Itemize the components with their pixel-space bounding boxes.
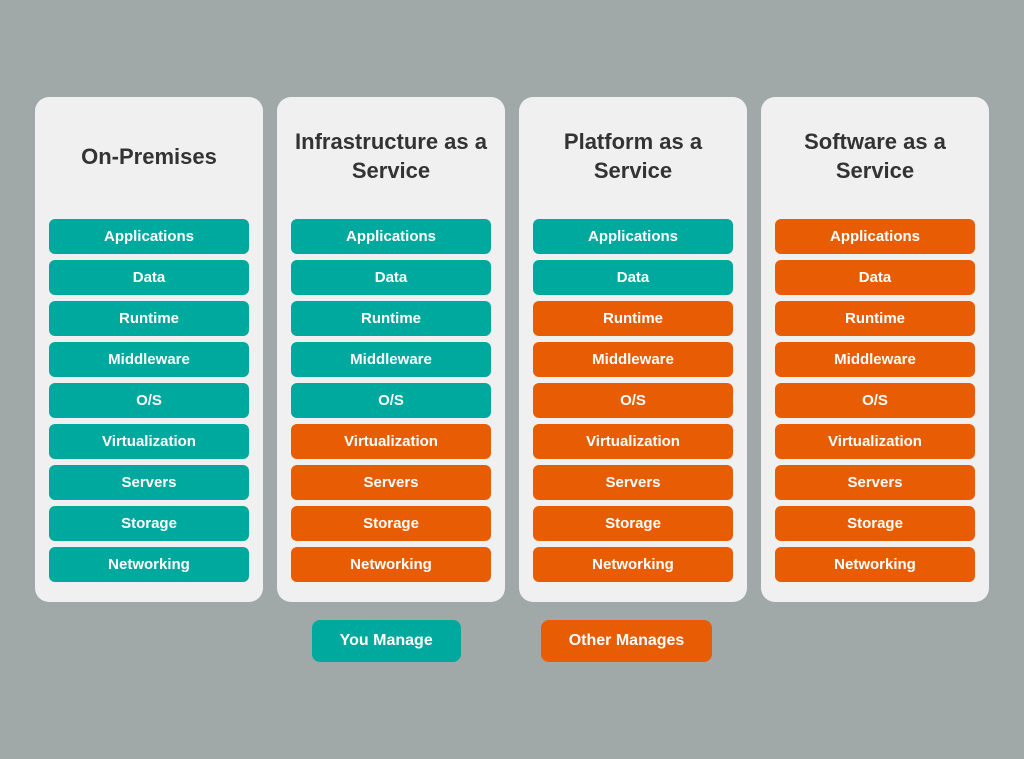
item-badge-virtualization-saas: Virtualization [775,424,975,459]
item-badge-servers-paas: Servers [533,465,733,500]
other-manages-badge: Other Manages [541,620,713,662]
item-badge-o/s-saas: O/S [775,383,975,418]
item-badge-data-on-premises: Data [49,260,249,295]
item-badge-o/s-iaas: O/S [291,383,491,418]
item-badge-networking-on-premises: Networking [49,547,249,582]
item-badge-applications-saas: Applications [775,219,975,254]
column-paas: Platform as a Service Applications Data Run… [519,97,747,602]
item-badge-applications-on-premises: Applications [49,219,249,254]
column-iaas: Infrastructure as a Service Applications D… [277,97,505,602]
item-badge-networking-iaas: Networking [291,547,491,582]
legend-row: You Manage Other Manages [312,620,713,662]
item-badge-runtime-saas: Runtime [775,301,975,336]
item-badge-servers-iaas: Servers [291,465,491,500]
item-badge-runtime-on-premises: Runtime [49,301,249,336]
item-badge-data-paas: Data [533,260,733,295]
items-list-on-premises: Applications Data Runtime Middleware O/S Virt… [49,219,249,582]
item-badge-applications-iaas: Applications [291,219,491,254]
item-badge-virtualization-paas: Virtualization [533,424,733,459]
column-title-on-premises: On-Premises [81,117,217,197]
item-badge-o/s-paas: O/S [533,383,733,418]
columns-row: On-Premises Applications Data Runtime Middle… [20,97,1004,602]
item-badge-storage-on-premises: Storage [49,506,249,541]
items-list-saas: Applications Data Runtime Middleware O/S Virt… [775,219,975,582]
column-on-premises: On-Premises Applications Data Runtime Middle… [35,97,263,602]
item-badge-runtime-iaas: Runtime [291,301,491,336]
item-badge-servers-saas: Servers [775,465,975,500]
item-badge-middleware-saas: Middleware [775,342,975,377]
items-list-paas: Applications Data Runtime Middleware O/S Virt… [533,219,733,582]
column-title-saas: Software as a Service [775,117,975,197]
item-badge-data-saas: Data [775,260,975,295]
column-saas: Software as a Service Applications Data Run… [761,97,989,602]
item-badge-servers-on-premises: Servers [49,465,249,500]
item-badge-networking-saas: Networking [775,547,975,582]
item-badge-storage-iaas: Storage [291,506,491,541]
items-list-iaas: Applications Data Runtime Middleware O/S Virt… [291,219,491,582]
main-container: On-Premises Applications Data Runtime Middle… [20,97,1004,662]
you-manage-badge: You Manage [312,620,461,662]
item-badge-middleware-paas: Middleware [533,342,733,377]
item-badge-storage-saas: Storage [775,506,975,541]
item-badge-storage-paas: Storage [533,506,733,541]
item-badge-middleware-on-premises: Middleware [49,342,249,377]
column-title-paas: Platform as a Service [533,117,733,197]
item-badge-virtualization-iaas: Virtualization [291,424,491,459]
item-badge-middleware-iaas: Middleware [291,342,491,377]
item-badge-data-iaas: Data [291,260,491,295]
item-badge-virtualization-on-premises: Virtualization [49,424,249,459]
item-badge-runtime-paas: Runtime [533,301,733,336]
item-badge-networking-paas: Networking [533,547,733,582]
item-badge-o/s-on-premises: O/S [49,383,249,418]
column-title-iaas: Infrastructure as a Service [291,117,491,197]
item-badge-applications-paas: Applications [533,219,733,254]
